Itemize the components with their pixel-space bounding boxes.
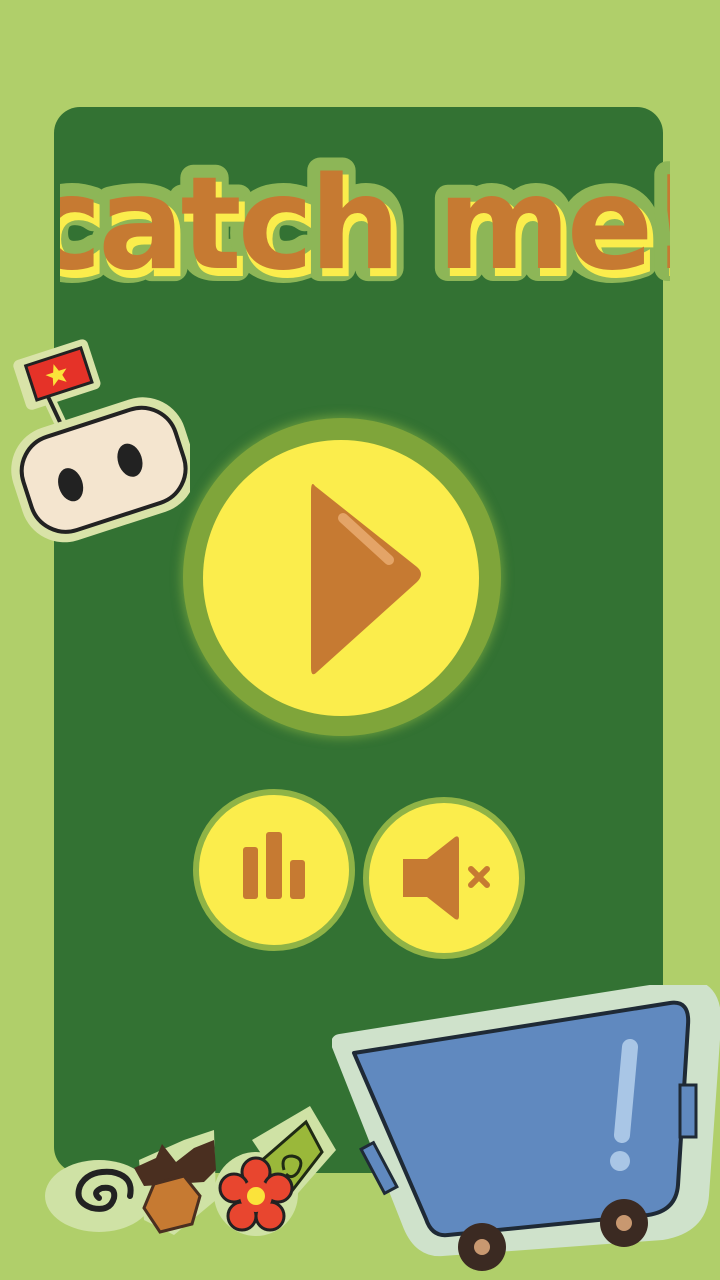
- speaker-muted-icon: [403, 836, 490, 920]
- play-button[interactable]: [203, 440, 479, 716]
- title-text: catch me!: [60, 150, 670, 299]
- items-decoration: [45, 1106, 336, 1236]
- play-triangle-icon: [311, 484, 421, 675]
- leaderboard-button[interactable]: [193, 789, 355, 951]
- shopping-cart-icon: [332, 985, 720, 1271]
- bar-chart-icon: [243, 832, 305, 899]
- game-title: catch me! catch me! catch me!: [60, 150, 670, 310]
- marshmallow-with-flag-icon: [11, 339, 190, 543]
- sound-toggle-button[interactable]: [363, 797, 525, 959]
